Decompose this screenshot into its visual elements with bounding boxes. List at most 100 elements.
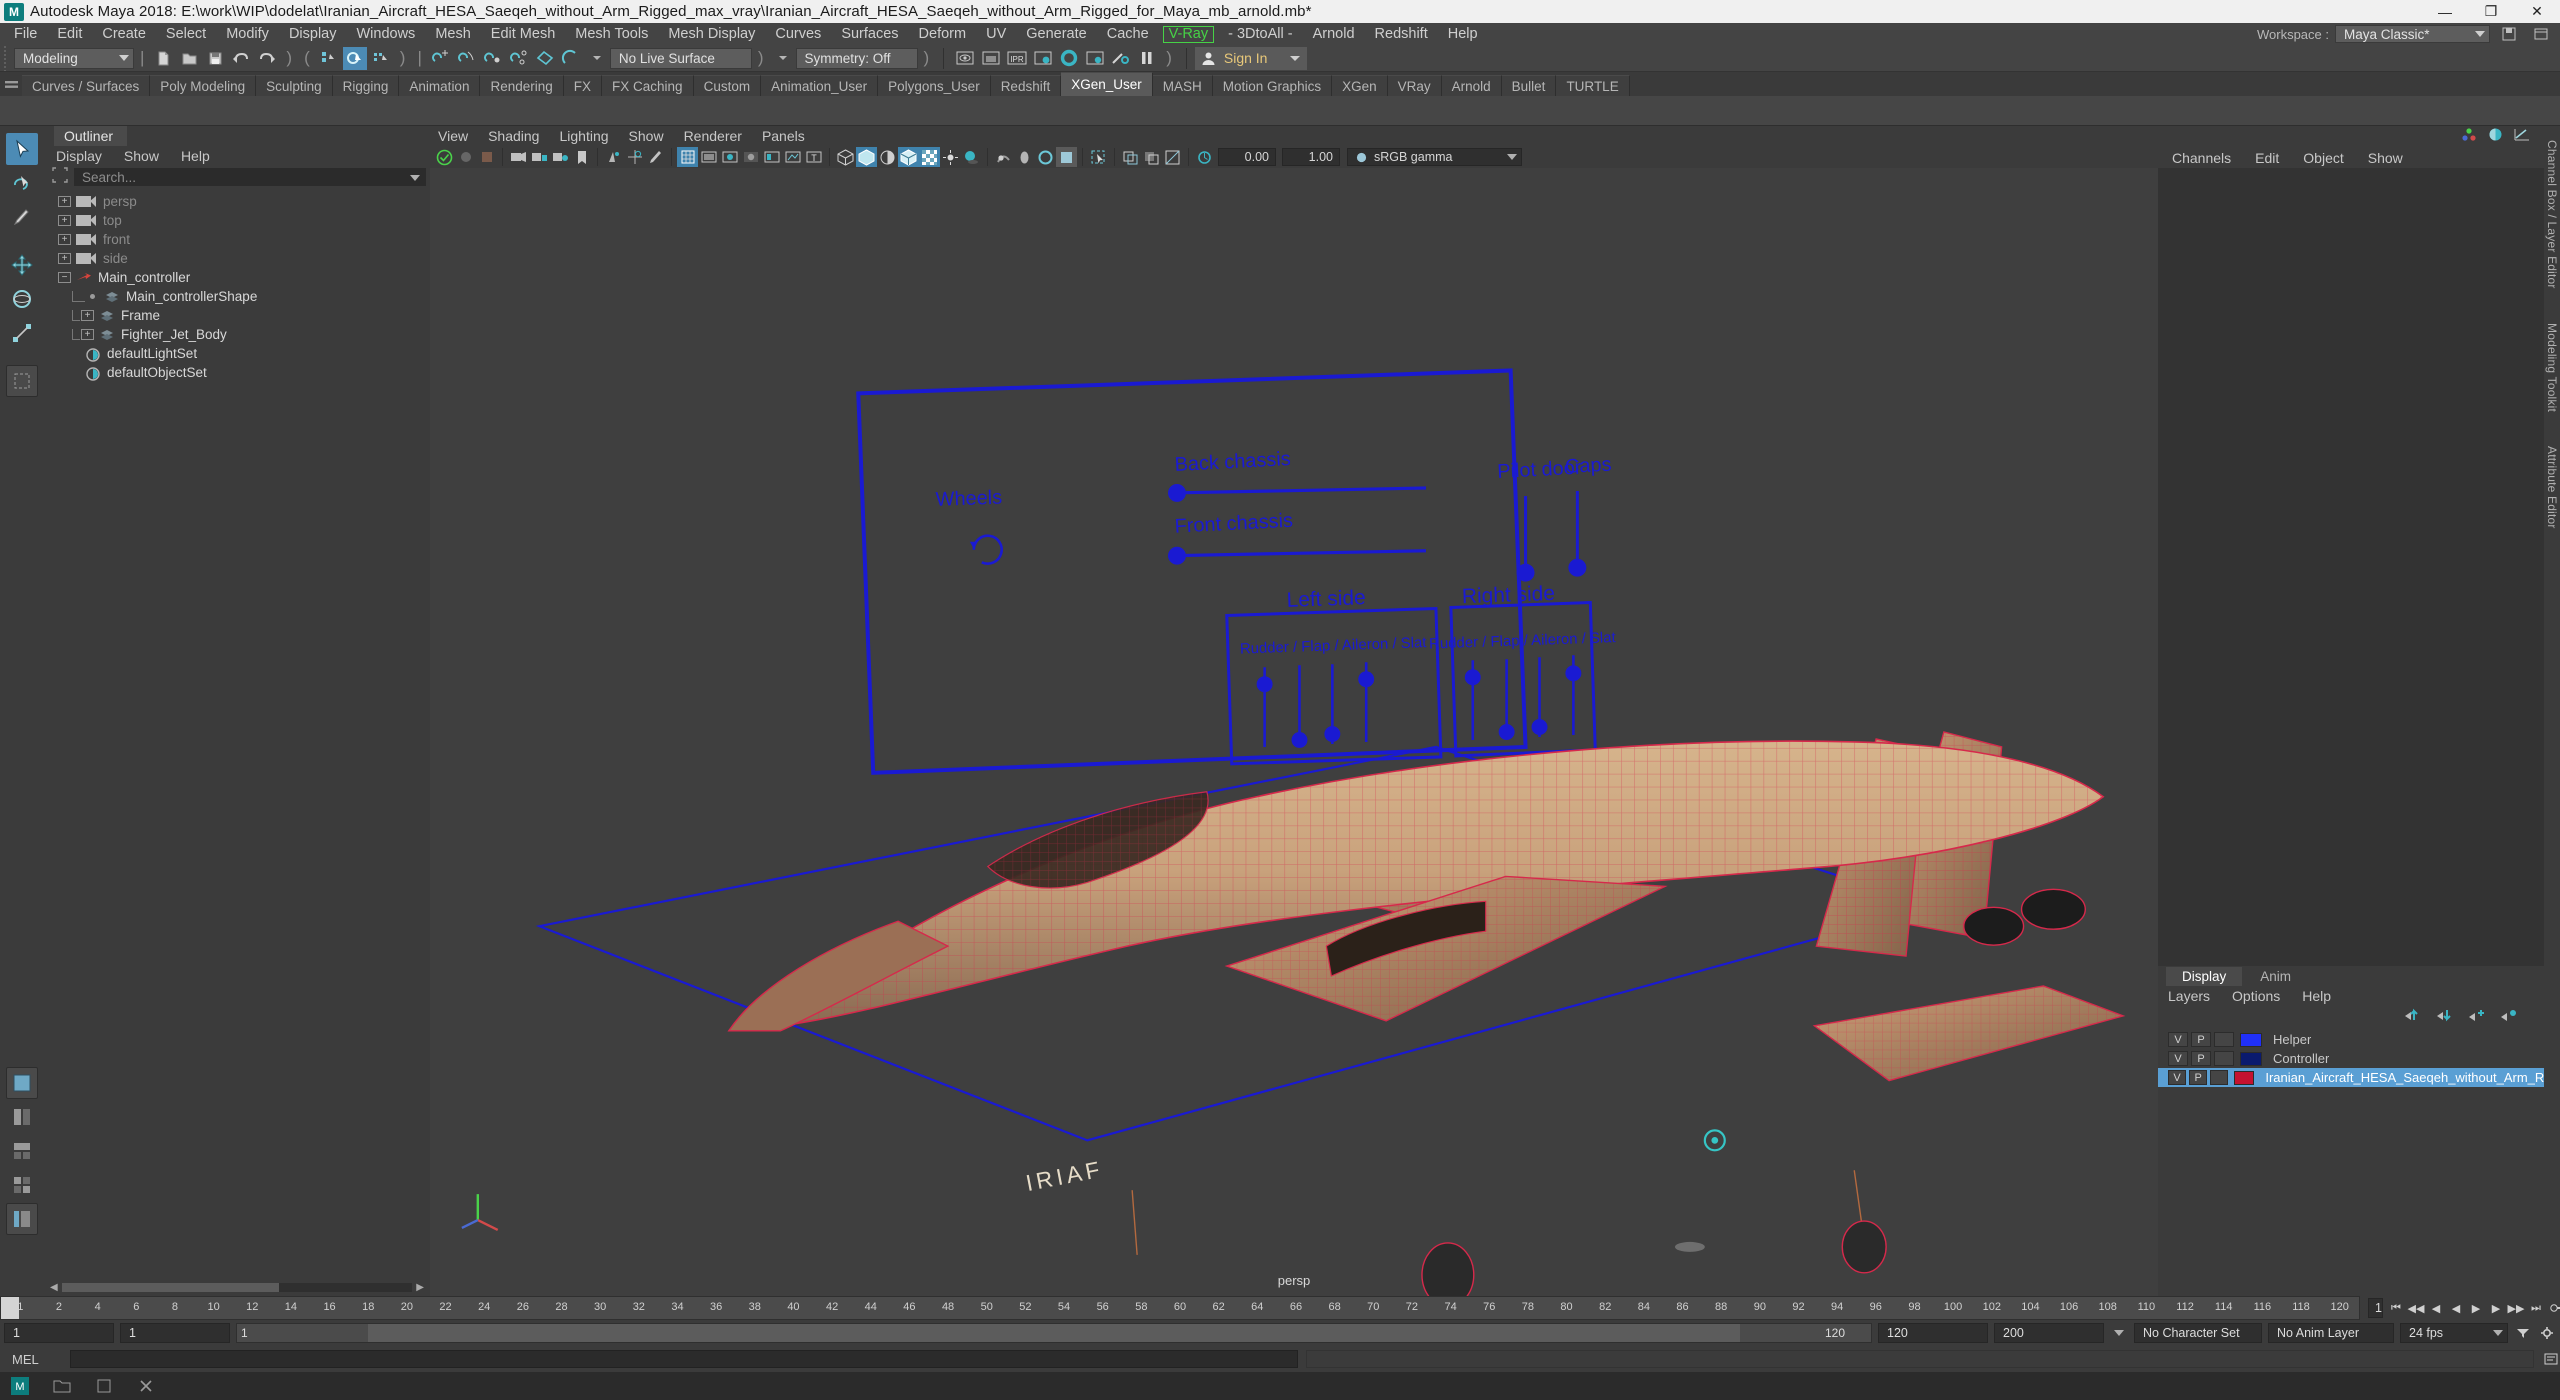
layer-visibility-toggle[interactable]: V <box>2168 1070 2187 1085</box>
texture-icon[interactable] <box>476 147 497 167</box>
menuset-selector[interactable]: Modeling <box>14 47 134 69</box>
isolate-select-icon[interactable] <box>1088 147 1109 167</box>
shelf-tab-curves-surfaces[interactable]: Curves / Surfaces <box>22 75 151 96</box>
resolution-gate-icon[interactable] <box>719 147 740 167</box>
shelf-tab-rigging[interactable]: Rigging <box>332 75 400 96</box>
outliner-menu-display[interactable]: Display <box>56 148 102 164</box>
step-forward-key-icon[interactable]: ▶ <box>2487 1299 2505 1317</box>
channelbox-menu-show[interactable]: Show <box>2368 150 2403 166</box>
shadows-icon[interactable] <box>961 147 982 167</box>
menu-modify[interactable]: Modify <box>216 23 279 45</box>
attribute-editor-icon[interactable] <box>2487 127 2504 147</box>
new-layer-from-selected-icon[interactable] <box>2500 1008 2518 1027</box>
workspace-selector[interactable]: Maya Classic* <box>2335 25 2490 43</box>
select-tool-button[interactable] <box>6 133 38 165</box>
viewport-menu-shading[interactable]: Shading <box>488 128 539 144</box>
hypershade-icon[interactable] <box>1057 47 1081 70</box>
go-to-end-icon[interactable]: ⏭ <box>2527 1299 2545 1317</box>
anim-start-field[interactable]: 120 <box>1878 1323 1988 1343</box>
sidebar-tab-modeling-toolkit[interactable]: Modeling Toolkit <box>2545 323 2559 412</box>
outliner-tree[interactable]: + persp + top + front + side − Main_cont… <box>44 188 430 1278</box>
menu-select[interactable]: Select <box>156 23 216 45</box>
minimize-button[interactable]: — <box>2422 0 2468 23</box>
toolbar-grip-handle[interactable] <box>2 45 11 71</box>
outliner-menu-help[interactable]: Help <box>181 148 210 164</box>
grid-icon[interactable] <box>677 147 698 167</box>
expander-icon[interactable]: + <box>81 329 94 340</box>
maximize-workspace-icon[interactable] <box>2529 23 2553 46</box>
select-hierarchy-icon[interactable] <box>317 47 341 70</box>
shelf-tab-motion-graphics[interactable]: Motion Graphics <box>1212 75 1333 96</box>
outliner-search-input[interactable]: Search... <box>74 168 426 186</box>
step-back-frame-icon[interactable]: ◀◀ <box>2407 1299 2425 1317</box>
menu-generate[interactable]: Generate <box>1016 23 1096 45</box>
go-to-start-icon[interactable]: ⏮ <box>2387 1299 2405 1317</box>
play-backwards-icon[interactable]: ◀ <box>2447 1299 2465 1317</box>
snap-grid-icon[interactable] <box>429 47 453 70</box>
menu-deform[interactable]: Deform <box>909 23 977 45</box>
paint-select-tool-button[interactable] <box>6 201 38 233</box>
motion-blur-icon[interactable] <box>1014 147 1035 167</box>
outliner-item-front[interactable]: + front <box>44 230 430 249</box>
outliner-item-default-object-set[interactable]: defaultObjectSet <box>44 363 430 382</box>
view-layout-outliner-persp-button[interactable] <box>6 1203 38 1235</box>
auto-key-icon[interactable] <box>2549 1299 2560 1317</box>
use-lights-icon[interactable] <box>940 147 961 167</box>
layer-row-aircraft[interactable]: V P Iranian_Aircraft_HESA_Saeqeh_without… <box>2158 1068 2544 1087</box>
range-slider-thumb[interactable] <box>367 1324 1741 1342</box>
layer-display-type-toggle[interactable] <box>2214 1051 2234 1066</box>
shelf-tab-arnold[interactable]: Arnold <box>1441 75 1502 96</box>
shelf-tab-sculpting[interactable]: Sculpting <box>256 75 333 96</box>
chevron-down-icon[interactable] <box>410 170 420 185</box>
layer-list[interactable]: V P Helper V P Controller V P Iranian_Ai… <box>2158 1028 2544 1296</box>
last-tool-used-button[interactable] <box>6 365 38 397</box>
menu-edit[interactable]: Edit <box>47 23 92 45</box>
camera-lock-icon[interactable] <box>529 147 550 167</box>
viewport-menu-show[interactable]: Show <box>629 128 664 144</box>
viewport-3d-scene[interactable]: Wheels Back chassis Front chassis Pilot … <box>430 168 2158 1296</box>
film-origin-icon[interactable] <box>761 147 782 167</box>
menu-arnold[interactable]: Arnold <box>1303 23 1365 45</box>
expander-icon[interactable]: + <box>58 215 71 226</box>
current-time-indicator[interactable] <box>1 1297 19 1319</box>
sidebar-tab-attribute-editor[interactable]: Attribute Editor <box>2545 446 2559 529</box>
channelbox-menu-object[interactable]: Object <box>2303 150 2343 166</box>
scale-tool-button[interactable] <box>6 317 38 349</box>
sign-in-button[interactable]: Sign In <box>1194 46 1308 70</box>
menu-help[interactable]: Help <box>1438 23 1488 45</box>
new-layer-icon[interactable] <box>2468 1008 2486 1027</box>
current-frame-field[interactable]: 1 <box>2368 1298 2383 1318</box>
graph-editor-icon[interactable] <box>2513 127 2530 147</box>
maya-taskbar-icon[interactable]: M <box>10 1376 30 1396</box>
chevron-down-icon[interactable] <box>1507 150 1517 164</box>
play-forwards-icon[interactable]: ▶ <box>2467 1299 2485 1317</box>
wireframe-icon[interactable] <box>835 147 856 167</box>
xray-active-components-icon[interactable] <box>1162 147 1183 167</box>
use-default-material-icon[interactable] <box>919 147 940 167</box>
shelf-tab-mash[interactable]: MASH <box>1152 75 1213 96</box>
anim-layer-filter-icon[interactable] <box>2514 1324 2532 1342</box>
move-tool-button[interactable] <box>6 249 38 281</box>
exposure-value-field[interactable]: 0.00 <box>1218 148 1276 166</box>
fps-selector[interactable]: 24 fps <box>2400 1323 2508 1343</box>
anti-alias-icon[interactable] <box>1035 147 1056 167</box>
shelf-tab-redshift[interactable]: Redshift <box>990 75 1062 96</box>
shelf-grip-handle[interactable] <box>0 72 22 96</box>
shelf-tab-xgen[interactable]: XGen <box>1332 75 1388 96</box>
move-layer-down-icon[interactable] <box>2436 1008 2454 1027</box>
outliner-item-persp[interactable]: + persp <box>44 192 430 211</box>
layer-display-type-toggle[interactable] <box>2210 1070 2229 1085</box>
rotate-tool-button[interactable] <box>6 283 38 315</box>
select-component-icon[interactable] <box>369 47 393 70</box>
viewport-menu-lighting[interactable]: Lighting <box>559 128 608 144</box>
view-layout-single-button[interactable] <box>6 1067 38 1099</box>
close-taskbar-icon[interactable] <box>136 1376 156 1396</box>
make-live-icon[interactable] <box>559 47 583 70</box>
color-space-selector[interactable]: sRGB gamma <box>1347 148 1522 166</box>
sidebar-tab-channel-box-layer-editor[interactable]: Channel Box / Layer Editor <box>2545 140 2559 289</box>
chevron-down-icon[interactable] <box>585 47 609 70</box>
hud-text-icon[interactable]: T <box>803 147 824 167</box>
collapse-icon[interactable]: − <box>58 272 71 283</box>
ao-icon[interactable] <box>993 147 1014 167</box>
xray-icon[interactable] <box>1120 147 1141 167</box>
